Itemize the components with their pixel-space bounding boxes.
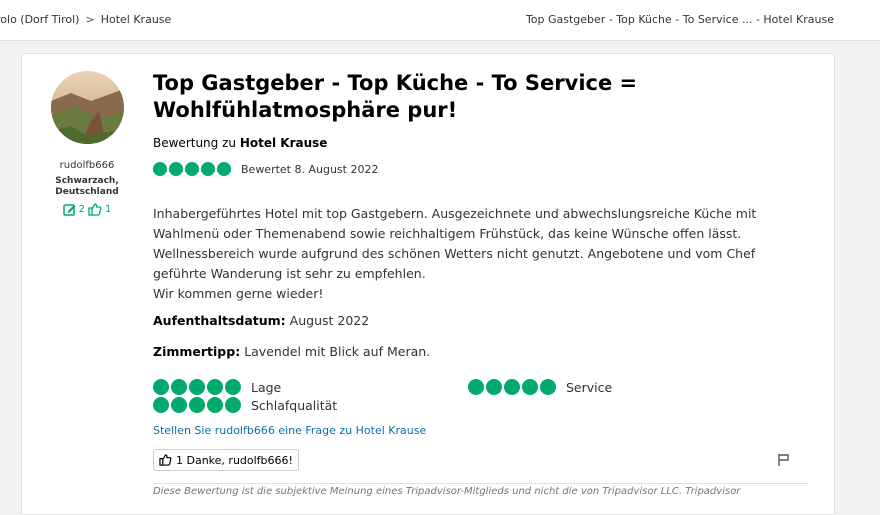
report-flag-button[interactable]: [777, 452, 791, 471]
subrating-schlafqualitaet: Schlafqualität: [153, 397, 337, 413]
stay-date-label: Aufenthaltsdatum:: [153, 313, 286, 328]
reviewer-username[interactable]: rudolfb666: [22, 160, 152, 171]
edit-icon: [62, 204, 76, 216]
review-body-line: geführte Wanderung ist sehr zu empfehlen…: [153, 266, 426, 281]
room-tip: Zimmertipp: Lavendel mit Blick auf Meran…: [153, 344, 430, 359]
subrating-service: Service: [468, 379, 612, 395]
rating-bubble: [171, 397, 187, 413]
rating-bubble: [504, 379, 520, 395]
rating-bubble: [207, 397, 223, 413]
rating-bubble: [153, 162, 167, 176]
rating-bubble: [189, 379, 205, 395]
rating-bubble: [522, 379, 538, 395]
ask-question-link[interactable]: Stellen Sie rudolfb666 eine Frage zu Hot…: [153, 424, 426, 437]
rating-bubble: [153, 397, 169, 413]
stay-date-value: August 2022: [289, 313, 370, 328]
reviewer-location-line2: Deutschland: [55, 187, 119, 197]
subrating-bubbles: [153, 397, 241, 413]
rating-bubble: [201, 162, 215, 176]
thanks-button[interactable]: 1 Danke, rudolfb666!: [153, 449, 299, 471]
reviewer-location: Schwarzach, Deutschland: [22, 176, 152, 198]
rating-bubble: [225, 379, 241, 395]
subrating-bubbles: [468, 379, 556, 395]
reviewer-stats: 2 1: [22, 203, 152, 216]
breadcrumb: rolo (Dorf Tirol) > Hotel Krause: [0, 13, 171, 26]
breadcrumb-current-title: Top Gastgeber - Top Küche - To Service .…: [525, 13, 834, 26]
subrating-lage: Lage: [153, 379, 281, 395]
rating-bubble: [169, 162, 183, 176]
breadcrumb-separator: >: [85, 13, 95, 26]
thumbs-up-icon: [159, 454, 172, 466]
review-body: Inhabergeführtes Hotel mit top Gastgeber…: [153, 204, 793, 304]
subrating-label: Schlafqualität: [251, 397, 338, 413]
breadcrumb-item-hotel[interactable]: Hotel Krause: [101, 13, 172, 26]
subrating-label: Lage: [251, 379, 282, 395]
rating-bubble: [189, 397, 205, 413]
rating-bubble: [486, 379, 502, 395]
review-card: rudolfb666 Schwarzach, Deutschland 2 1 T…: [21, 53, 835, 515]
avatar[interactable]: [51, 71, 124, 144]
review-body-line: Wir kommen gerne wieder!: [153, 286, 324, 301]
rating-bubble: [185, 162, 199, 176]
rating-bubble: [540, 379, 556, 395]
contributions-count: 2: [78, 204, 85, 215]
stay-date: Aufenthaltsdatum: August 2022: [153, 313, 369, 328]
rating-bubble: [468, 379, 484, 395]
top-bar: rolo (Dorf Tirol) > Hotel Krause Top Gastg…: [0, 0, 880, 41]
review-disclaimer: Diese Bewertung ist die subjektive Meinu…: [153, 486, 741, 497]
thumbs-up-icon: [88, 203, 102, 216]
review-about: Bewertung zu Hotel Krause: [153, 136, 327, 150]
divider: [153, 483, 808, 484]
rating-bubble: [217, 162, 231, 176]
thanks-label: 1 Danke, rudolfb666!: [176, 453, 293, 467]
review-date: Bewertet 8. August 2022: [241, 162, 379, 176]
review-body-line: Inhabergeführtes Hotel mit top Gastgeber…: [153, 206, 757, 221]
rating-bubble: [207, 379, 223, 395]
rating-bubble: [153, 379, 169, 395]
subrating-label: Service: [566, 379, 613, 395]
subrating-bubbles: [153, 379, 241, 395]
rating-bubble: [225, 397, 241, 413]
rating-bubble: [171, 379, 187, 395]
review-about-prefix: Bewertung zu: [153, 136, 236, 150]
review-body-line: Wellnessbereich wurde aufgrund des schön…: [153, 246, 756, 261]
room-tip-label: Zimmertipp:: [153, 344, 241, 359]
review-body-line: Wahlmenü oder Themenabend sowie reichhal…: [153, 226, 742, 241]
hotel-name-link[interactable]: Hotel Krause: [240, 136, 328, 150]
helpful-votes-count: 1: [105, 204, 112, 215]
review-title[interactable]: Top Gastgeber - Top Küche - To Service =…: [153, 70, 773, 124]
breadcrumb-item-location[interactable]: rolo (Dorf Tirol): [0, 13, 79, 26]
overall-rating-bubbles: [153, 162, 231, 176]
overall-rating-row: Bewertet 8. August 2022: [153, 162, 378, 176]
reviewer-location-line1: Schwarzach,: [55, 176, 119, 186]
room-tip-value: Lavendel mit Blick auf Meran.: [244, 344, 431, 359]
flag-icon: [778, 454, 789, 466]
